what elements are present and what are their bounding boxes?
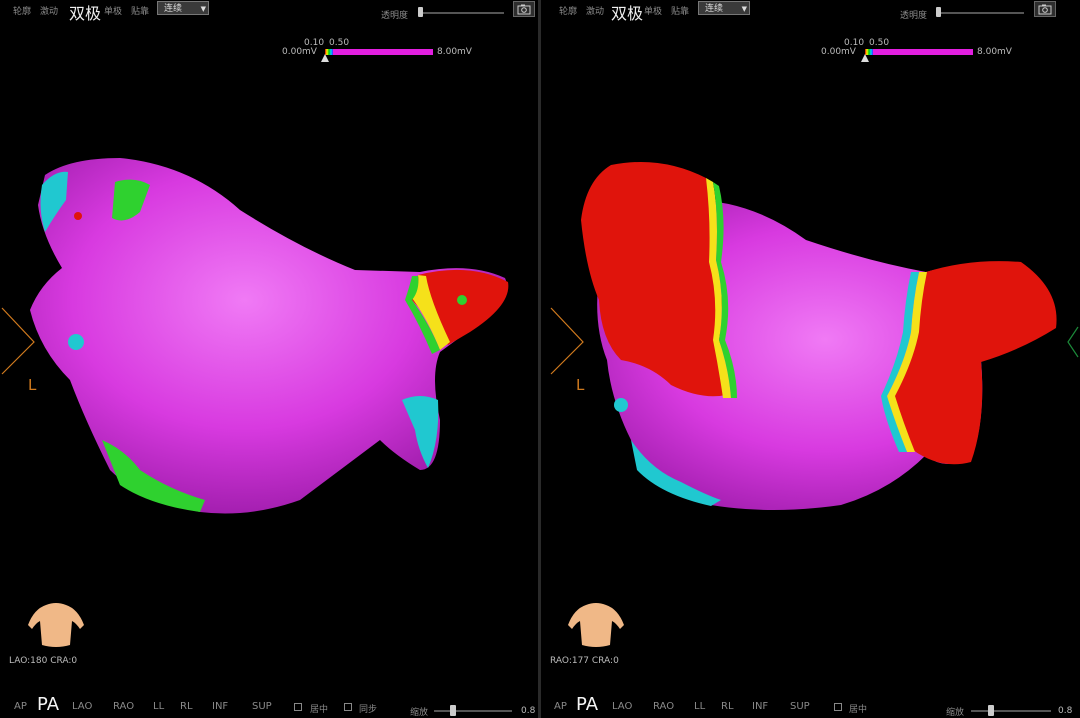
map-panel-left[interactable]: 轮廓 激动 双极 单极 贴靠 连续 ▼ 透明度 0.10 0.50 0.00mV… (0, 0, 538, 718)
center-checkbox-label: 居中 (849, 705, 868, 715)
torso-orientation-icon[interactable] (566, 601, 626, 649)
border-zone-spot (614, 398, 628, 412)
view-inf-button[interactable]: INF (212, 701, 228, 712)
view-rl-button[interactable]: RL (180, 701, 193, 712)
view-rao-button[interactable]: RAO (113, 701, 134, 712)
zoom-label: 缩放 (946, 708, 965, 718)
torso-orientation-icon[interactable] (26, 601, 86, 649)
view-ll-button[interactable]: LL (694, 701, 705, 712)
center-checkbox[interactable] (834, 703, 842, 711)
center-checkbox[interactable] (294, 703, 302, 711)
scar-region-left (581, 161, 726, 397)
zoom-value: 0.8 (521, 706, 536, 716)
zoom-slider-handle[interactable] (450, 705, 456, 716)
orientation-label: L (28, 376, 37, 394)
left-orientation-arrow-icon (1, 307, 35, 375)
zoom-slider[interactable] (434, 710, 512, 712)
view-pa-button[interactable]: PA (37, 694, 59, 715)
border-zone-spot (68, 334, 84, 350)
zoom-value: 0.8 (1058, 706, 1073, 716)
zoom-slider[interactable] (971, 710, 1051, 712)
view-inf-button[interactable]: INF (752, 701, 768, 712)
view-rao-button[interactable]: RAO (653, 701, 674, 712)
zoom-label: 缩放 (410, 708, 429, 718)
view-ap-button[interactable]: AP (14, 701, 27, 712)
map-panel-right[interactable]: 轮廓 激动 双极 单极 贴靠 连续 ▼ 透明度 0.10 0.50 0.00mV… (541, 0, 1080, 718)
view-lao-button[interactable]: LAO (612, 701, 632, 712)
view-angle-readout: LAO:180 CRA:0 (9, 656, 78, 666)
scar-spot (74, 212, 82, 220)
sync-checkbox-label: 同步 (359, 705, 378, 715)
view-sup-button[interactable]: SUP (252, 701, 272, 712)
orientation-label: L (576, 376, 585, 394)
left-orientation-arrow-icon (550, 307, 584, 375)
center-checkbox-label: 居中 (310, 705, 329, 715)
view-pa-button[interactable]: PA (576, 694, 598, 715)
right-orientation-arrow-icon (1067, 326, 1079, 358)
view-ll-button[interactable]: LL (153, 701, 164, 712)
view-angle-readout: RAO:177 CRA:0 (550, 656, 619, 666)
zoom-slider-handle[interactable] (988, 705, 994, 716)
view-lao-button[interactable]: LAO (72, 701, 92, 712)
view-rl-button[interactable]: RL (721, 701, 734, 712)
view-ap-button[interactable]: AP (554, 701, 567, 712)
scar-island (457, 295, 467, 305)
view-sup-button[interactable]: SUP (790, 701, 810, 712)
sync-checkbox[interactable] (344, 703, 352, 711)
